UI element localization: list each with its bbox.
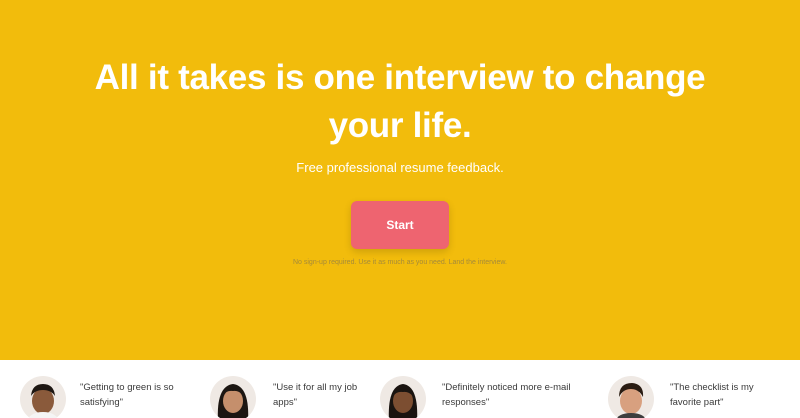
- testimonial-card: "Use it for all my job apps": [210, 376, 380, 418]
- testimonial-quote: "Getting to green is so satisfying": [80, 382, 174, 408]
- avatar: [210, 376, 256, 418]
- hero-curve-divider: [0, 300, 800, 356]
- avatar: [20, 376, 66, 418]
- avatar: [608, 376, 654, 418]
- testimonial-card: "Definitely noticed more e-mail response…: [380, 376, 580, 418]
- hero-fineprint: No sign-up required. Use it as much as y…: [292, 259, 507, 266]
- testimonial-card: "Getting to green is so satisfying": [20, 376, 190, 418]
- start-button[interactable]: Start: [351, 201, 449, 249]
- avatar: [380, 376, 426, 418]
- hero-subhead: Free professional resume feedback.: [296, 160, 504, 175]
- hero-headline: All it takes is one interview to change …: [94, 58, 706, 145]
- testimonial-quote: "The checklist is my favorite part": [670, 382, 754, 408]
- testimonial-quote: "Use it for all my job apps": [273, 382, 358, 408]
- testimonial-card: "The checklist is my favorite part": [608, 376, 778, 418]
- testimonial-quote: "Definitely noticed more e-mail response…: [442, 382, 571, 408]
